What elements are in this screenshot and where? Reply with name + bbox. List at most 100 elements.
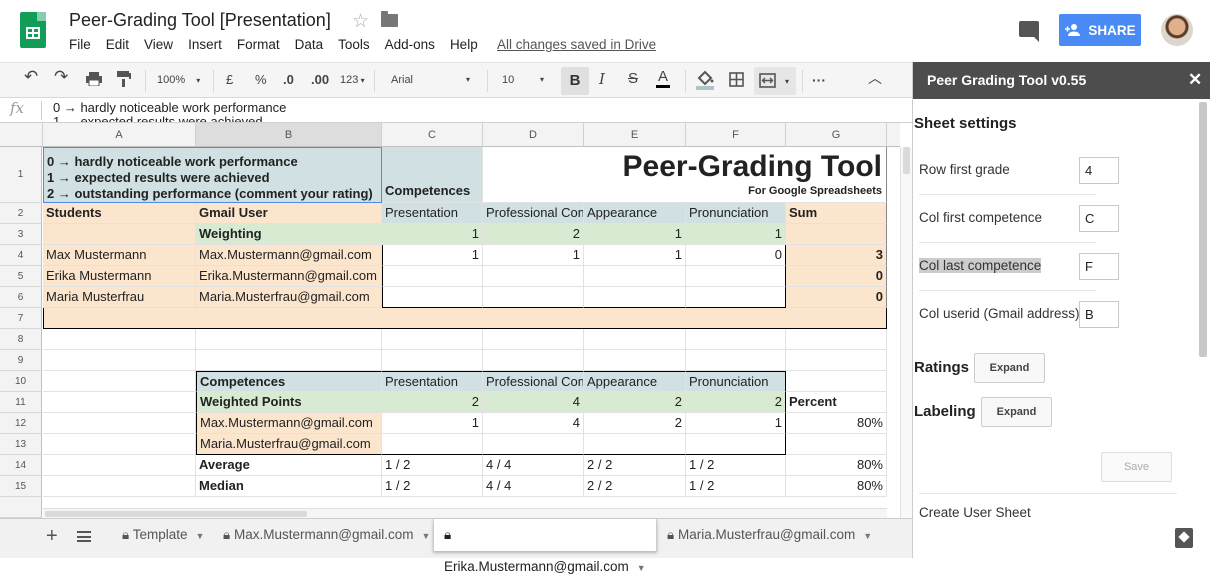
cell[interactable]: Maria.Musterfrau@gmail.com xyxy=(196,434,382,455)
cell[interactable] xyxy=(196,329,382,350)
column-header[interactable]: F xyxy=(686,123,786,147)
undo-icon[interactable]: ↶ xyxy=(24,68,38,86)
row-header[interactable]: 10 xyxy=(0,371,42,392)
cell[interactable]: Pronunciation xyxy=(686,203,786,224)
bold-button[interactable]: B xyxy=(561,67,589,95)
star-icon[interactable]: ☆ xyxy=(352,10,369,33)
paint-format-icon[interactable] xyxy=(117,71,131,92)
cell[interactable]: 1 xyxy=(382,245,483,266)
cell[interactable]: Professional Competence xyxy=(483,203,584,224)
column-header[interactable]: D xyxy=(483,123,584,147)
row-header[interactable]: 13 xyxy=(0,434,42,455)
row-first-grade-input[interactable]: 4 xyxy=(1079,157,1119,184)
menu-view[interactable]: View xyxy=(144,37,173,52)
cell[interactable]: Students xyxy=(43,203,196,224)
cell[interactable] xyxy=(786,434,887,455)
menu-data[interactable]: Data xyxy=(295,37,324,52)
cell[interactable] xyxy=(584,350,686,371)
row-header[interactable]: 1 xyxy=(0,147,42,203)
cell[interactable]: 1 / 2 xyxy=(382,476,483,497)
row-header[interactable]: 3 xyxy=(0,224,42,245)
fill-color-icon[interactable] xyxy=(696,70,714,95)
col-last-competence-input[interactable]: F xyxy=(1079,253,1119,280)
cell[interactable]: 2 xyxy=(382,392,483,413)
cell[interactable] xyxy=(686,434,786,455)
legend-cell[interactable]: 0 → hardly noticeable work performance 1… xyxy=(43,147,382,203)
cell[interactable]: 2 xyxy=(483,224,584,245)
cell[interactable] xyxy=(786,329,887,350)
cell[interactable] xyxy=(686,287,786,308)
row-header[interactable]: 5 xyxy=(0,266,42,287)
cell[interactable] xyxy=(584,266,686,287)
cell[interactable] xyxy=(43,224,196,245)
row-header[interactable]: 7 xyxy=(0,308,42,329)
column-header[interactable]: G xyxy=(786,123,887,147)
tab-maria[interactable]: 🔒︎ Maria.Musterfrau@gmail.com ▼ xyxy=(657,519,875,551)
col-userid-input[interactable]: B xyxy=(1079,301,1119,328)
cell[interactable] xyxy=(43,413,196,434)
cell[interactable]: Percent xyxy=(786,392,887,413)
explore-icon[interactable] xyxy=(1175,528,1193,548)
competences-header-cell[interactable]: Competences xyxy=(382,147,483,203)
menu-addons[interactable]: Add-ons xyxy=(385,37,435,52)
cell[interactable]: 1 xyxy=(686,224,786,245)
cell[interactable]: 80% xyxy=(786,413,887,434)
vertical-scrollbar[interactable] xyxy=(900,147,912,518)
cell[interactable] xyxy=(686,266,786,287)
tab-template[interactable]: 🔒︎ Template ▼ xyxy=(112,519,213,551)
cell[interactable]: 4 xyxy=(483,413,584,434)
cell[interactable]: Competences xyxy=(196,371,382,392)
row-header[interactable]: 12 xyxy=(0,413,42,434)
cell[interactable]: 1 xyxy=(382,413,483,434)
column-header[interactable]: E xyxy=(584,123,686,147)
document-title[interactable]: Peer-Grading Tool [Presentation] xyxy=(69,10,331,31)
row-header[interactable]: 15 xyxy=(0,476,42,497)
cell[interactable]: Presentation xyxy=(382,203,483,224)
column-header[interactable]: B xyxy=(196,123,382,147)
cell[interactable]: Appearance xyxy=(584,371,686,392)
cell[interactable] xyxy=(584,287,686,308)
cell[interactable]: 2 xyxy=(584,392,686,413)
merge-cells-button[interactable]: ▾ xyxy=(754,67,796,95)
cell[interactable] xyxy=(686,350,786,371)
cell[interactable]: 80% xyxy=(786,476,887,497)
cell[interactable]: Weighting xyxy=(196,224,382,245)
cell[interactable]: 1 / 2 xyxy=(382,455,483,476)
cell[interactable] xyxy=(382,350,483,371)
collapse-toolbar-button[interactable]: ︿ xyxy=(868,69,882,87)
cell[interactable]: Gmail User xyxy=(196,203,382,224)
cell[interactable] xyxy=(483,434,584,455)
cell[interactable]: Max.Mustermann@gmail.com xyxy=(196,245,382,266)
cell[interactable]: Professional Competence xyxy=(483,371,584,392)
all-sheets-icon[interactable] xyxy=(77,531,91,542)
menu-format[interactable]: Format xyxy=(237,37,280,52)
tab-erika[interactable]: 🔒︎ Erika.Mustermann@gmail.com ▼ xyxy=(433,519,657,574)
cell[interactable]: 2 xyxy=(686,392,786,413)
chevron-down-icon[interactable]: ▼ xyxy=(637,563,646,573)
add-sheet-icon[interactable]: + xyxy=(46,526,58,546)
row-header[interactable]: 2 xyxy=(0,203,42,224)
avatar[interactable] xyxy=(1161,14,1193,46)
row-header[interactable]: 11 xyxy=(0,392,42,413)
chevron-down-icon[interactable]: ▼ xyxy=(421,531,430,541)
scrollbar-thumb[interactable] xyxy=(903,147,910,174)
cell[interactable]: 0 xyxy=(786,266,887,287)
more-options-button[interactable]: ··· xyxy=(812,71,826,89)
cell[interactable]: Maria.Musterfrau@gmail.com xyxy=(196,287,382,308)
decrease-decimal-button[interactable]: .0 xyxy=(283,71,294,89)
save-button[interactable]: Save xyxy=(1101,452,1172,482)
cell[interactable]: 2 / 2 xyxy=(584,455,686,476)
cell[interactable]: 1 xyxy=(584,245,686,266)
labeling-expand-button[interactable]: Expand xyxy=(981,397,1052,427)
col-first-competence-input[interactable]: C xyxy=(1079,205,1119,232)
cell[interactable] xyxy=(43,329,196,350)
cell[interactable] xyxy=(786,224,887,245)
cell[interactable] xyxy=(483,287,584,308)
select-all-corner[interactable] xyxy=(0,123,43,147)
row-header[interactable]: 6 xyxy=(0,287,42,308)
cell[interactable] xyxy=(196,350,382,371)
cell[interactable]: Max Mustermann xyxy=(43,245,196,266)
currency-format-button[interactable]: £ xyxy=(226,71,233,89)
tab-max[interactable]: 🔒︎ Max.Mustermann@gmail.com ▼ xyxy=(213,519,433,551)
cell[interactable] xyxy=(686,329,786,350)
